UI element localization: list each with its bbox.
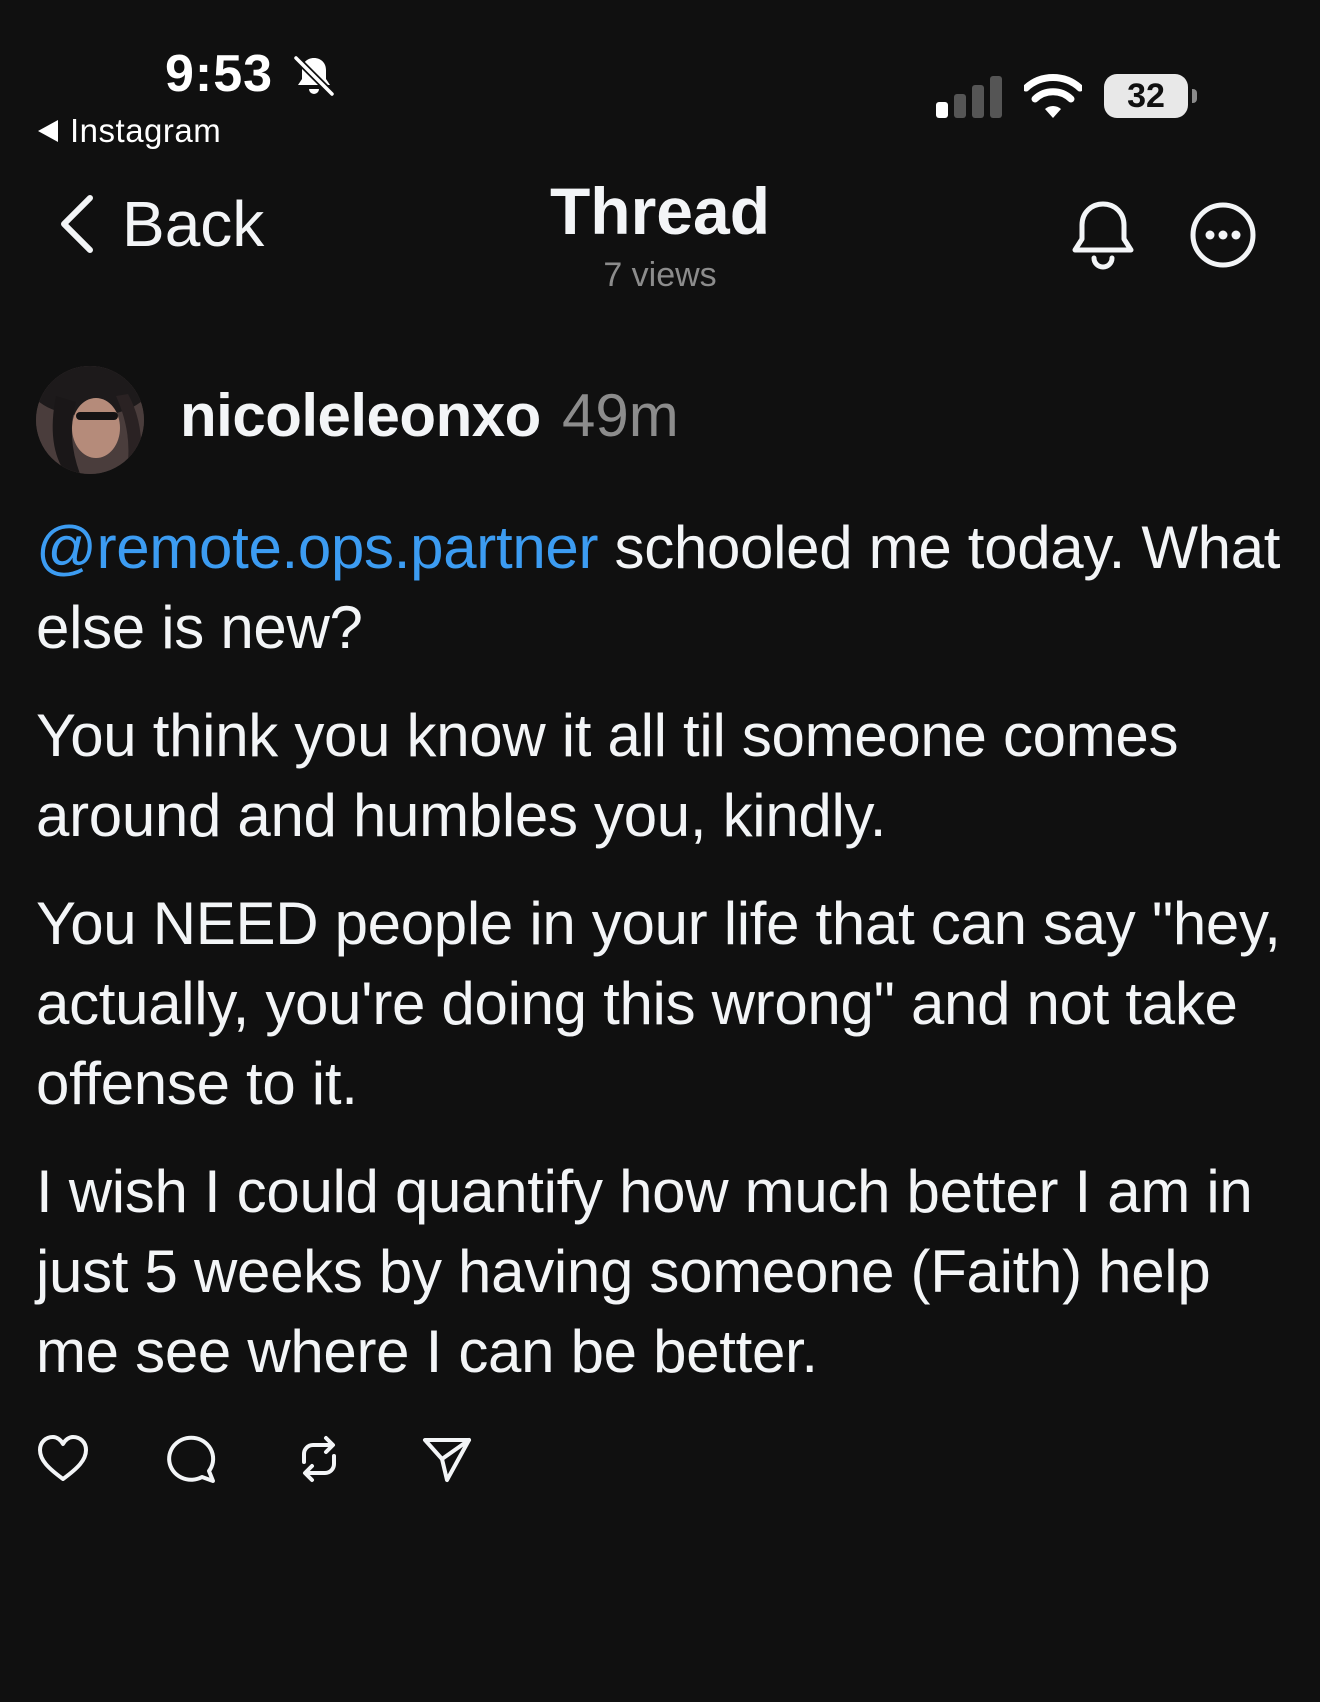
post-timestamp: 49m	[562, 382, 679, 449]
cellular-signal-icon	[936, 76, 1002, 118]
back-app-label: Instagram	[70, 112, 222, 149]
wifi-icon	[1024, 74, 1082, 118]
battery-level: 32	[1127, 76, 1165, 115]
more-icon[interactable]	[1188, 200, 1258, 270]
back-triangle-icon	[38, 120, 58, 142]
post-username[interactable]: nicoleleonxo	[180, 386, 541, 446]
post-paragraph-3: You NEED people in your life that can sa…	[36, 890, 1281, 1117]
bell-slash-icon	[293, 55, 335, 97]
post-actions	[36, 1432, 474, 1486]
post-paragraph-1: @remote.ops.partner schooled me today. W…	[36, 508, 1286, 668]
mention-link[interactable]: @remote.ops.partner	[36, 514, 598, 581]
avatar[interactable]	[36, 366, 144, 474]
share-icon[interactable]	[420, 1432, 474, 1486]
repost-icon[interactable]	[292, 1432, 346, 1486]
comment-icon[interactable]	[164, 1432, 218, 1486]
bell-icon[interactable]	[1068, 198, 1138, 272]
post-paragraph-2: You think you know it all til someone co…	[36, 702, 1179, 849]
back-to-app-link[interactable]: Instagram	[38, 112, 221, 150]
heart-icon[interactable]	[36, 1432, 90, 1486]
avatar-image	[36, 366, 144, 474]
post-paragraph-4: I wish I could quantify how much better …	[36, 1158, 1253, 1385]
battery-icon: 32	[1104, 74, 1198, 118]
status-time: 9:53	[165, 45, 274, 103]
post-body: @remote.ops.partner schooled me today. W…	[36, 508, 1286, 1420]
